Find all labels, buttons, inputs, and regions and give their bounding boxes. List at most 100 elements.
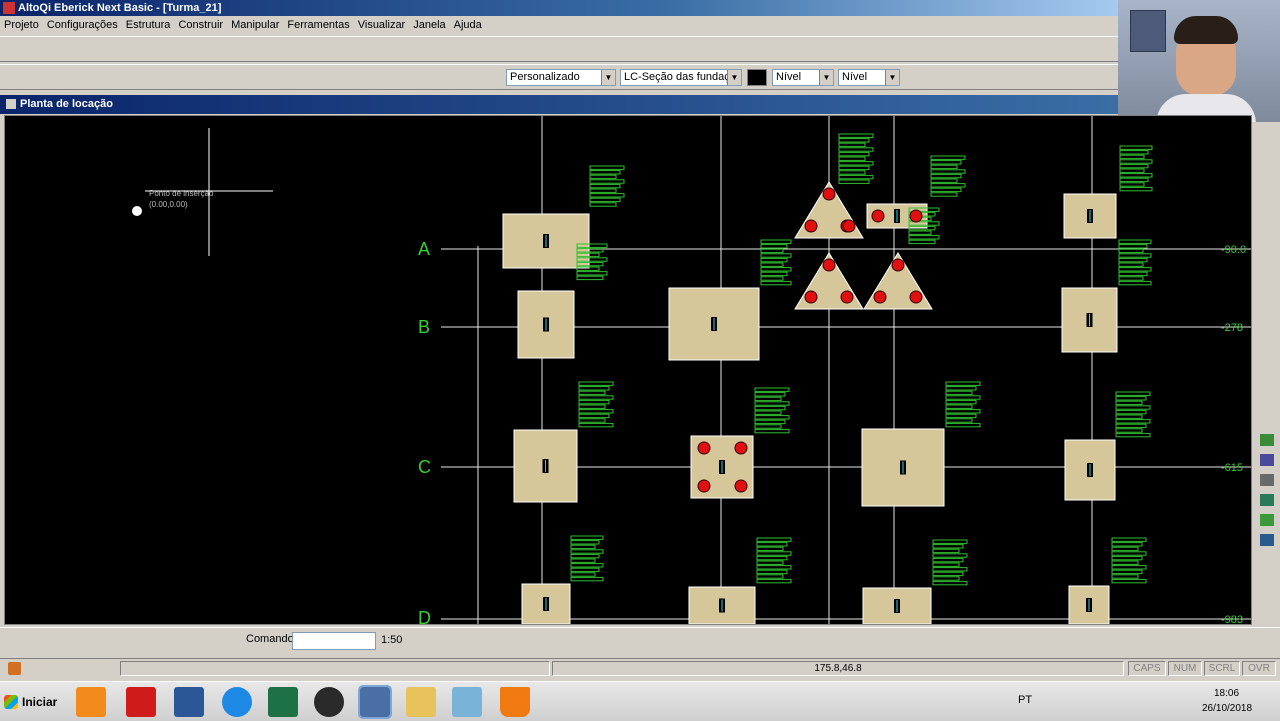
pile[interactable] [804, 219, 818, 233]
pile[interactable] [822, 187, 836, 201]
pile[interactable] [873, 290, 887, 304]
rebar-bar [1115, 432, 1151, 438]
drawing-svg[interactable]: Ponto de inserção (0.00,0.00) A B C D -9… [5, 116, 1251, 624]
rebar-bar [1111, 574, 1139, 579]
menu-visualizar[interactable]: Visualizar [354, 16, 410, 34]
rotate-icon[interactable] [1260, 494, 1274, 506]
rebar-bar [1111, 565, 1147, 570]
obs-icon[interactable] [314, 687, 344, 717]
rebar-bar [945, 386, 977, 391]
rebar-bar [754, 424, 782, 429]
style-combo-value: Personalizado [510, 71, 580, 83]
rebar-bar [578, 395, 614, 400]
style-combo[interactable]: Personalizado ▼ [506, 69, 616, 86]
document-titlebar: Planta de locação [0, 95, 1118, 114]
pile[interactable] [909, 290, 923, 304]
document-icon [6, 99, 16, 109]
pile[interactable] [840, 290, 854, 304]
axis-label-a: A [418, 239, 430, 259]
language-indicator[interactable]: PT [1018, 694, 1032, 706]
rebar-bar [1119, 173, 1153, 178]
pillar-icon[interactable] [1260, 454, 1274, 466]
menu-ajuda[interactable]: Ajuda [450, 16, 486, 34]
beam-icon[interactable] [1260, 474, 1274, 486]
media-player-icon[interactable] [76, 687, 106, 717]
layer-combo[interactable]: LC-Seção das fundaçõe ▼ [620, 69, 742, 86]
main-toolbar [0, 36, 1118, 62]
browser-icon[interactable] [222, 687, 252, 717]
pile[interactable] [871, 209, 885, 223]
command-input[interactable] [292, 632, 376, 650]
pile[interactable] [697, 441, 711, 455]
drawing-canvas[interactable]: Ponto de inserção (0.00,0.00) A B C D -9… [4, 115, 1252, 625]
rebar-bar [570, 558, 596, 563]
rebar-bar [754, 387, 790, 392]
rebar-bar [838, 156, 866, 161]
poster-image [1130, 10, 1166, 52]
rebar-bar [945, 399, 977, 405]
menu-construir[interactable]: Construir [174, 16, 227, 34]
pile[interactable] [697, 479, 711, 493]
pile[interactable] [734, 441, 748, 455]
menu-manipular[interactable]: Manipular [227, 16, 283, 34]
start-button[interactable]: Iniciar [2, 690, 58, 714]
menu-projeto[interactable]: Projeto [0, 16, 43, 34]
rebar-bar [945, 390, 973, 396]
level-combo-1[interactable]: Nível ▼ [772, 69, 834, 86]
rebar-bar [760, 257, 788, 263]
pile[interactable] [734, 479, 748, 493]
rebar-bar [1111, 542, 1143, 547]
rebar-bar [570, 576, 604, 582]
pdf-reader-icon[interactable] [126, 687, 156, 717]
check-icon[interactable] [1260, 434, 1274, 446]
level-combo-2-value: Nível [842, 71, 868, 83]
rebar-bar [578, 409, 614, 414]
status-message-area [120, 661, 550, 676]
pile[interactable] [891, 258, 905, 272]
rebar-bar [932, 571, 964, 577]
clock-date[interactable]: 26/10/2018 [1202, 703, 1252, 714]
clock-time[interactable]: 18:06 [1214, 688, 1239, 699]
chevron-down-icon: ▼ [819, 70, 833, 85]
pile[interactable] [822, 258, 836, 272]
axis-label-d: D [418, 608, 431, 624]
menu-ferramentas[interactable]: Ferramentas [283, 16, 353, 34]
vlc-icon[interactable] [500, 687, 530, 717]
rebar-bar [1115, 428, 1143, 433]
rebar-bar [1119, 150, 1149, 155]
grid-lines [441, 116, 1251, 624]
pile[interactable] [842, 219, 856, 233]
axis-label-b: B [418, 317, 430, 337]
pile[interactable] [909, 209, 923, 223]
word-icon[interactable] [174, 687, 204, 717]
excel-icon[interactable] [268, 687, 298, 717]
verify-icon[interactable] [1260, 514, 1274, 526]
origin-marker[interactable]: Ponto de inserção (0.00,0.00) [132, 128, 273, 256]
rebar-bar [838, 161, 874, 166]
folder-icon[interactable] [406, 687, 436, 717]
level-combo-2[interactable]: Nível ▼ [838, 69, 900, 86]
rebar-bar [756, 546, 784, 552]
chevron-down-icon: ▼ [601, 70, 615, 85]
rebar-bar [1111, 560, 1139, 565]
rebar-bar [760, 253, 792, 258]
rebar-bar [908, 235, 940, 240]
menu-janela[interactable]: Janela [409, 16, 449, 34]
rebar-bar [589, 174, 617, 180]
rebar-bar [754, 401, 790, 406]
eberick-icon[interactable] [358, 685, 392, 719]
color-swatch[interactable] [747, 69, 767, 86]
rebar-bar [756, 542, 788, 547]
pile[interactable] [804, 290, 818, 304]
rebar-bar [838, 165, 870, 171]
menu-configuracoes[interactable]: Configurações [43, 16, 122, 34]
menu-estrutura[interactable]: Estrutura [122, 16, 175, 34]
notepad-icon[interactable] [452, 687, 482, 717]
rebar-bar [945, 395, 981, 400]
rebar-bar [756, 569, 788, 575]
rebar-bar [576, 271, 608, 276]
rebar-bar [932, 539, 968, 544]
system-tray-icons[interactable] [1044, 694, 1194, 708]
footing-icon[interactable] [1260, 534, 1274, 546]
rebar-bar [1111, 578, 1147, 584]
